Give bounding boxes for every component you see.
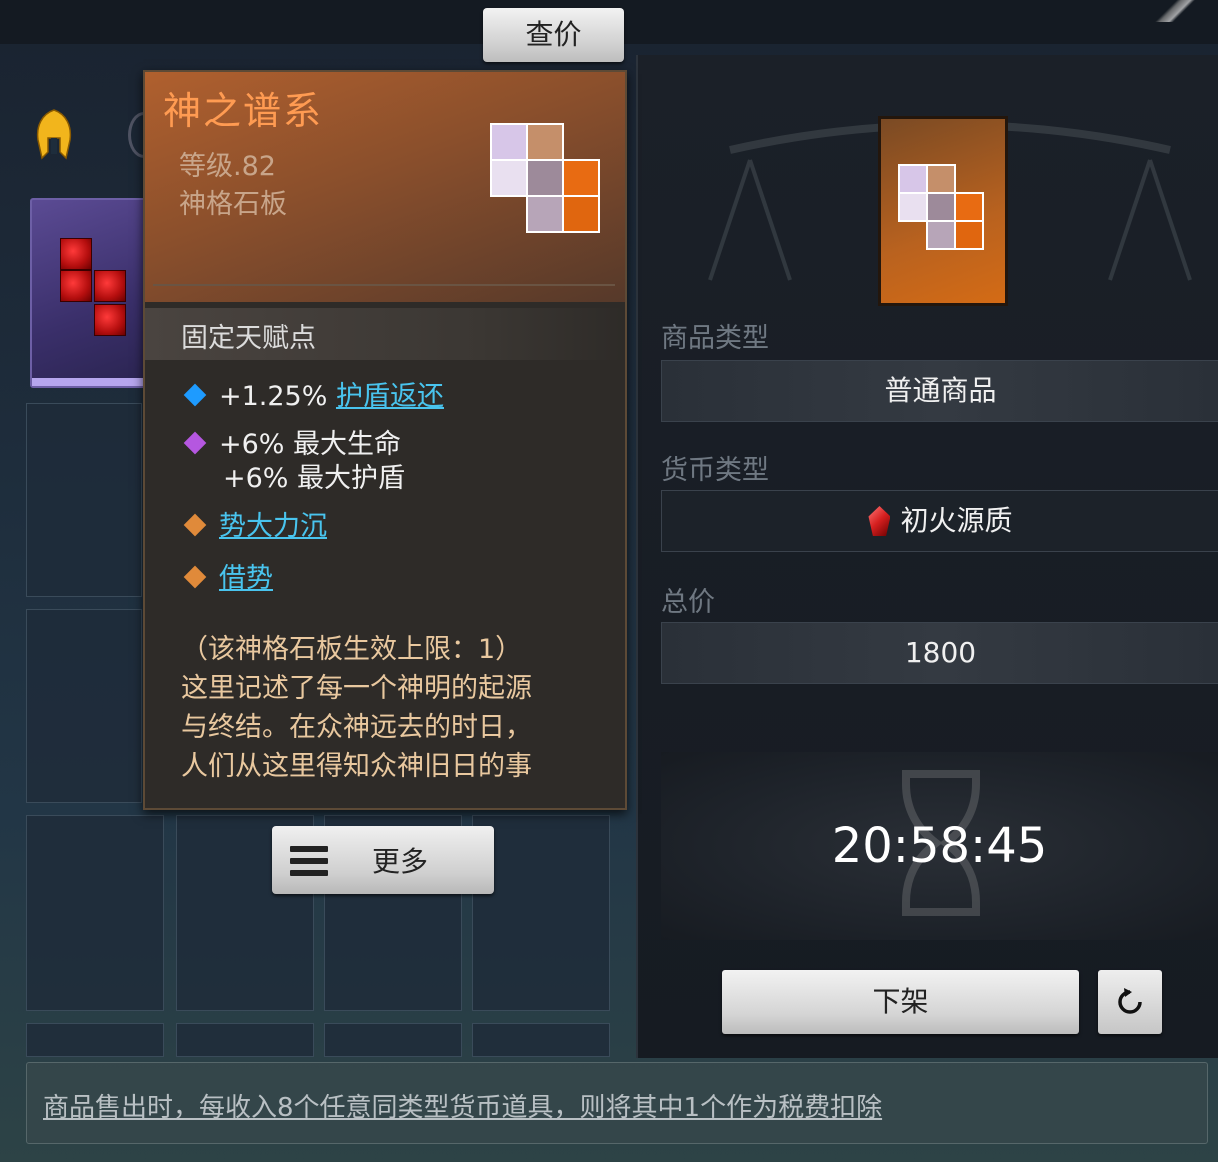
talent-link-shield-return[interactable]: 护盾返还 (336, 381, 444, 412)
diamond-icon (183, 431, 207, 455)
selected-item-slot[interactable] (30, 198, 152, 388)
currency-type-label: 货币类型 (661, 455, 769, 486)
talent-link-heavy-force[interactable]: 势大力沉 (219, 511, 327, 542)
currency-type-field[interactable]: 初火源质 (661, 490, 1218, 552)
divider (153, 284, 615, 286)
talent-link-momentum[interactable]: 借势 (219, 563, 273, 594)
fixed-talent-header: 固定天赋点 (145, 308, 625, 360)
inventory-slot[interactable] (26, 403, 142, 597)
talent-row: +1.25% 护盾返还 (181, 380, 444, 414)
item-type-field[interactable]: 普通商品 (661, 360, 1218, 422)
inventory-slot[interactable] (26, 815, 164, 1011)
menu-icon (290, 846, 328, 876)
delist-button[interactable]: 下架 (722, 970, 1079, 1034)
refresh-button[interactable] (1098, 970, 1162, 1034)
refresh-icon (1118, 988, 1142, 1014)
tooltip-header: 神之谱系 等级.82 神格石板 (145, 72, 625, 302)
slate-art-icon (898, 164, 984, 250)
talent-row: 势大力沉 (181, 510, 327, 544)
slate-tile (94, 270, 126, 302)
item-name: 神之谱系 (163, 89, 324, 133)
diamond-icon (183, 383, 207, 407)
item-description: （该神格石板生效上限：1） 这里记述了每一个神明的起源 与终结。在众神远去的时日… (181, 634, 532, 782)
diamond-icon (183, 513, 207, 537)
slate-tile (60, 238, 92, 270)
remaining-time: 20:58:45 (831, 818, 1048, 874)
diamond-icon (183, 565, 207, 589)
more-button[interactable]: 更多 (272, 826, 494, 894)
tax-notice-text[interactable]: 商品售出时，每收入8个任意同类型货币道具，则将其中1个作为税费扣除 (43, 1087, 882, 1124)
inventory-slot[interactable] (26, 609, 142, 803)
talent-row: +6% 最大生命 +6% 最大护盾 (181, 428, 405, 496)
listed-item-card (878, 116, 1008, 306)
inventory-slot[interactable] (472, 1023, 610, 1057)
slate-tile (94, 304, 126, 336)
talent-row: 借势 (181, 562, 273, 596)
red-crystal-icon (868, 506, 891, 536)
item-level: 等级.82 (179, 151, 276, 182)
item-type: 神格石板 (179, 189, 287, 220)
inventory-slot[interactable] (324, 1023, 462, 1057)
check-price-button[interactable]: 查价 (483, 8, 624, 62)
item-tooltip: 神之谱系 等级.82 神格石板 固定天赋点 +1.25% 护盾返还 +6% 最大… (143, 70, 627, 810)
tax-notice-bar: 商品售出时，每收入8个任意同类型货币道具，则将其中1个作为税费扣除 (26, 1062, 1208, 1144)
total-price-field[interactable]: 1800 (661, 622, 1218, 684)
inventory-slot[interactable] (176, 1023, 314, 1057)
total-price-label: 总价 (661, 587, 715, 618)
slate-tile (60, 270, 92, 302)
item-type-label: 商品类型 (661, 323, 769, 354)
corner-decoration (1140, 0, 1210, 22)
helmet-icon[interactable] (34, 108, 74, 164)
inventory-slot[interactable] (26, 1023, 164, 1057)
slate-art-icon (490, 123, 600, 233)
